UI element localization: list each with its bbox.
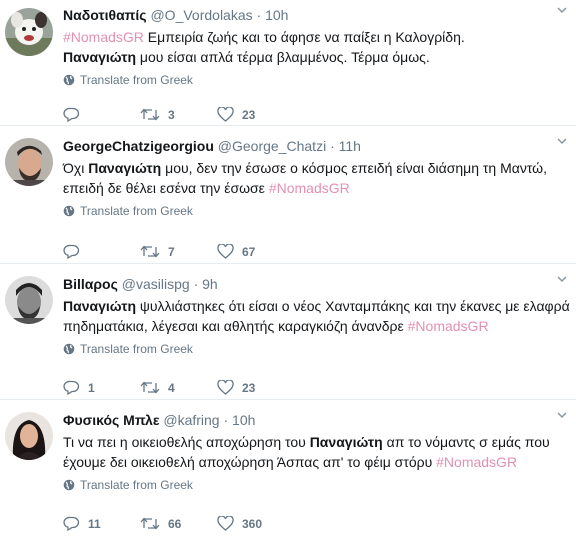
globe-icon: [63, 479, 75, 491]
tweet-text: Όχι Παναγιώτη μου, δεν την έσωσε ο κόσμο…: [63, 158, 570, 198]
user-name[interactable]: Βillαρος: [63, 276, 118, 292]
bold-mention: Παναγιώτη: [309, 434, 383, 450]
text-segment: μου είσαι απλά τέρμα βλαμμένος. Τέρμα όμ…: [136, 49, 430, 65]
tweet-text: Παναγιώτη ψυλλιάστηκες ότι είσαι ο νέος …: [63, 296, 570, 336]
heart-icon: [217, 244, 234, 259]
like-button[interactable]: 23: [217, 107, 297, 122]
bold-mention: Παναγιώτη: [88, 160, 162, 176]
reply-button[interactable]: [63, 107, 140, 122]
user-name[interactable]: GeorgeChatzigeorgiou: [63, 138, 214, 154]
separator-dot: ·: [256, 7, 262, 23]
like-count: 360: [242, 516, 263, 531]
retweet-count: 7: [168, 244, 175, 259]
tweet: Βillαρος @vasilispg · 9h Παναγιώτη ψυλλι…: [0, 264, 576, 400]
heart-icon: [217, 516, 234, 531]
avatar[interactable]: [5, 8, 53, 56]
bold-mention: Παναγιώτη: [63, 298, 137, 314]
retweet-button[interactable]: 7: [140, 244, 217, 259]
text-segment: Όχι: [63, 160, 89, 176]
reply-button[interactable]: 1: [63, 380, 140, 395]
globe-icon: [63, 205, 75, 217]
timestamp[interactable]: 10h: [265, 7, 288, 23]
like-button[interactable]: 23: [217, 380, 297, 395]
avatar[interactable]: [5, 276, 53, 324]
timestamp[interactable]: 10h: [232, 412, 255, 428]
user-name[interactable]: Φυσικός Μπλε: [63, 412, 159, 428]
like-count: 23: [242, 380, 256, 395]
separator-dot: ·: [330, 138, 335, 154]
retweet-icon: [140, 517, 160, 530]
translate-label: Translate from Greek: [80, 204, 193, 218]
user-handle[interactable]: @vasilispg: [122, 276, 190, 292]
translate-label: Translate from Greek: [80, 478, 193, 492]
chevron-down-icon[interactable]: [556, 273, 568, 288]
translate-button[interactable]: Translate from Greek: [63, 478, 570, 492]
globe-icon: [63, 74, 75, 86]
bold-mention: Παναγιώτη: [63, 49, 137, 65]
retweet-button[interactable]: 66: [140, 516, 217, 531]
like-count: 23: [242, 107, 256, 122]
tweet: Ναδοτιθαπίς @O_Vordolakas · 10h #NomadsG…: [0, 0, 576, 126]
retweet-icon: [140, 108, 160, 121]
reply-icon: [63, 516, 80, 531]
like-count: 67: [242, 244, 256, 259]
timestamp[interactable]: 9h: [202, 276, 218, 292]
text-segment: Τι να πει η οικειοθελής αποχώρηση του: [63, 434, 310, 450]
heart-icon: [217, 380, 234, 395]
retweet-count: 3: [168, 107, 175, 122]
hashtag-link[interactable]: #NomadsGR: [269, 180, 350, 196]
retweet-icon: [140, 245, 160, 258]
like-button[interactable]: 67: [217, 244, 297, 259]
reply-button[interactable]: [63, 244, 140, 259]
user-handle[interactable]: @kafring: [163, 412, 219, 428]
avatar[interactable]: [5, 138, 53, 186]
retweet-count: 66: [168, 516, 182, 531]
translate-label: Translate from Greek: [80, 342, 193, 356]
reply-count: 11: [88, 516, 101, 531]
reply-count: 1: [88, 380, 95, 395]
retweet-count: 4: [168, 380, 175, 395]
separator-dot: ·: [223, 412, 229, 428]
chevron-down-icon[interactable]: [556, 409, 568, 424]
user-handle[interactable]: @O_Vordolakas: [150, 7, 252, 23]
reply-icon: [63, 244, 80, 259]
translate-button[interactable]: Translate from Greek: [63, 204, 570, 218]
avatar[interactable]: [5, 412, 53, 460]
tweet: GeorgeChatzigeorgiou @George_Chatzi · 11…: [0, 126, 576, 264]
reply-icon: [63, 380, 80, 395]
chevron-down-icon[interactable]: [556, 135, 568, 150]
tweet-text: #NomadsGR Εμπειρία ζωής και το άφησε να …: [63, 27, 570, 67]
retweet-icon: [140, 381, 160, 394]
tweet-text: Τι να πει η οικειοθελής αποχώρηση του Πα…: [63, 432, 570, 472]
translate-button[interactable]: Translate from Greek: [63, 73, 570, 87]
like-button[interactable]: 360: [217, 516, 297, 531]
heart-icon: [217, 107, 234, 122]
text-segment: Εμπειρία ζωής και το άφησε να παίξει η Κ…: [143, 29, 465, 45]
text-segment: ψυλλιάστηκες ότι είσαι ο νέος Χανταμπάκη…: [63, 298, 570, 334]
hashtag-link[interactable]: #NomadsGR: [63, 29, 144, 45]
user-name[interactable]: Ναδοτιθαπίς: [63, 7, 147, 23]
tweet: Φυσικός Μπλε @kafring · 10h Τι να πει η …: [0, 400, 576, 538]
translate-button[interactable]: Translate from Greek: [63, 342, 570, 356]
reply-icon: [63, 107, 80, 122]
hashtag-link[interactable]: #NomadsGR: [408, 318, 489, 334]
separator-dot: ·: [193, 276, 199, 292]
reply-button[interactable]: 11: [63, 516, 140, 531]
timestamp[interactable]: 11h: [339, 138, 361, 154]
retweet-button[interactable]: 3: [140, 107, 217, 122]
user-handle[interactable]: @George_Chatzi: [218, 138, 326, 154]
globe-icon: [63, 343, 75, 355]
chevron-down-icon[interactable]: [556, 4, 568, 19]
retweet-button[interactable]: 4: [140, 380, 217, 395]
hashtag-link[interactable]: #NomadsGR: [436, 454, 517, 470]
translate-label: Translate from Greek: [80, 73, 193, 87]
